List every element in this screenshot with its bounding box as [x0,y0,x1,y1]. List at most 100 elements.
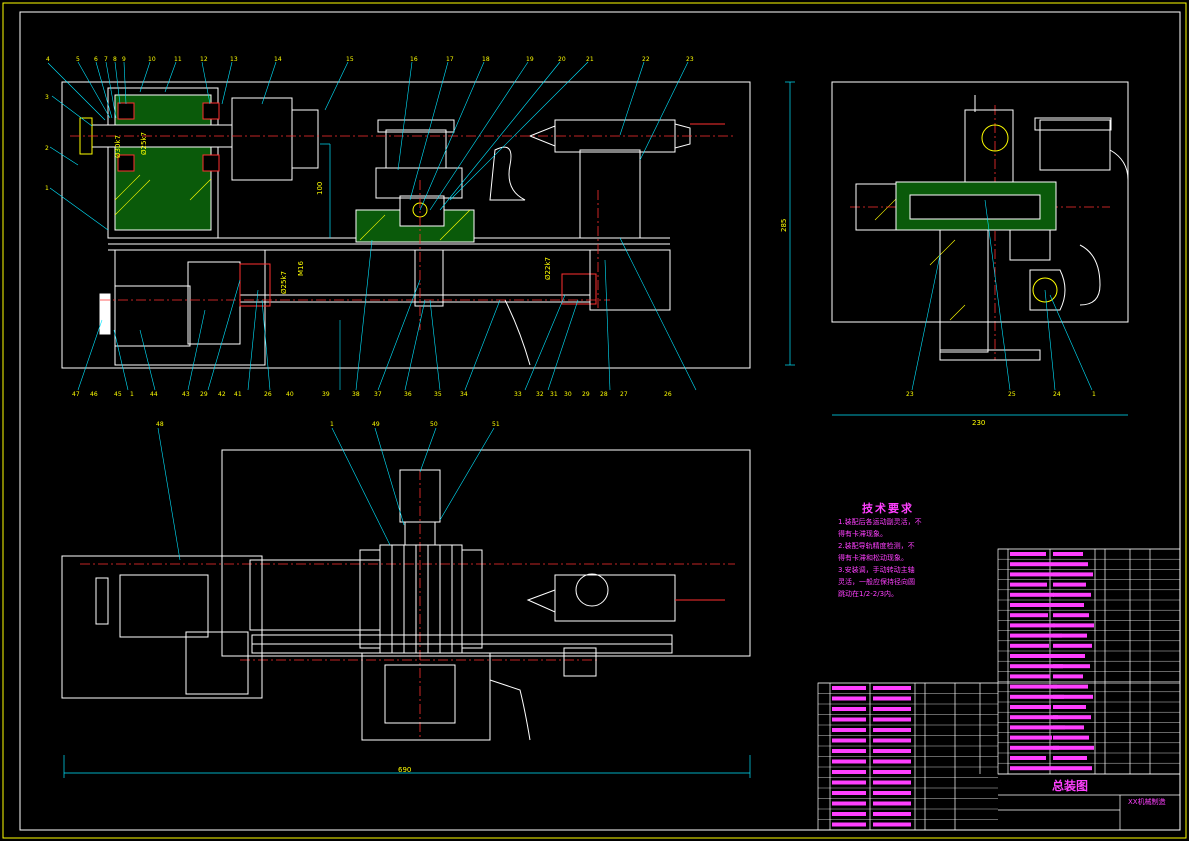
balloon-top-18: 22 [642,56,650,63]
balloon-top-17: 21 [586,56,594,63]
balloon-bottom-24: 26 [664,391,672,398]
balloon-top-6: 10 [148,56,156,63]
parts-row-text [1053,613,1089,618]
title-block-school: XX机械制造 [1128,798,1166,806]
parts-row-text [873,707,911,711]
balloon-top-9: 13 [230,56,238,63]
parts-row-text [1010,715,1058,720]
parts-row-text [1053,674,1083,679]
balloon-top-7: 11 [174,56,182,63]
balloon-plan-2: 49 [372,421,380,428]
parts-row-text [873,696,911,701]
balloon-left-1: 2 [45,145,49,152]
balloon-bottom-12: 38 [352,391,360,398]
balloon-bottom-0: 47 [72,391,80,398]
parts-row-text [1053,582,1086,587]
title-block-title: 总装图 [1052,779,1089,793]
tech-requirements-heading: 技术要求 [862,502,914,515]
balloon-bottom-5: 43 [182,391,190,398]
dim-dia-c: M16 [297,261,305,276]
parts-row-text [1053,572,1093,577]
parts-row-text [1010,654,1056,658]
parts-row-text [873,749,911,753]
parts-row-text [832,686,866,690]
tech-line: 3.安装调，手动转动主轴 [838,566,915,574]
parts-row-text [1010,756,1046,760]
balloon-bottom-13: 37 [374,391,382,398]
parts-row-text [873,791,911,795]
tech-line: 1.装配后各运动副灵活，不 [838,518,922,526]
parts-row-text [873,822,911,827]
dim-dia-e: Ø22k7 [544,257,552,280]
parts-row-text [1053,694,1093,699]
parts-row-text [873,759,911,764]
parts-row-text [832,812,866,816]
balloon-top-4: 8 [113,56,117,63]
parts-row-text [1010,705,1051,709]
parts-row-text [1053,623,1094,628]
parts-row-text [832,707,866,711]
balloon-bottom-23: 27 [620,391,628,398]
parts-row-text [1053,745,1094,750]
tech-line: 灵活，一般应保持径向圆 [838,578,915,586]
balloon-top-0: 4 [46,56,50,63]
parts-row-text [1053,643,1092,648]
assembly-drawing: 100 Ø30k7 Ø25k7 M16 Ø25k7 Ø22k7 285 230 … [2,2,1187,839]
parts-row-text [873,801,911,806]
balloon-bottom-14: 36 [404,391,412,398]
balloon-top-13: 17 [446,56,454,63]
dim-dia-a: Ø30k7 [114,135,122,158]
parts-row-text [1010,745,1059,750]
parts-row-text [832,791,866,795]
balloon-bottom-19: 31 [550,391,558,398]
dim-height-main: 100 [316,182,324,195]
parts-row-text [873,738,911,743]
parts-row-text [1010,613,1048,618]
balloon-plan-3: 50 [430,421,438,428]
balloon-top-15: 19 [526,56,534,63]
plan-view [61,449,751,741]
balloon-side-0: 23 [906,391,914,398]
parts-row-text [832,759,866,764]
parts-row-text [1053,705,1086,709]
parts-row-text [1053,603,1084,607]
parts-row-text [1053,654,1085,658]
dim-side-height: 285 [780,219,788,232]
tech-requirements-text: 1.装配后各运动副灵活，不 得有卡滞现象。 2.装配导轨精度检测，不 得有卡滞和… [838,516,988,600]
balloon-bottom-16: 34 [460,391,468,398]
balloon-bottom-1: 46 [90,391,98,398]
balloon-bottom-10: 40 [286,391,294,398]
hatching [114,174,966,321]
parts-row-text [1010,623,1055,628]
balloon-top-19: 23 [686,56,694,63]
balloon-top-3: 7 [104,56,108,63]
parts-row-text [1010,552,1046,556]
balloon-top-10: 14 [274,56,282,63]
parts-row-text [1053,592,1091,597]
parts-row-text [832,728,866,732]
parts-row-text [832,822,866,827]
balloon-bottom-18: 32 [536,391,544,398]
parts-row-text [832,717,866,722]
parts-row-text [873,717,911,722]
balloon-side-3: 1 [1092,391,1096,398]
tech-line: 跳动在1/2-2/3内。 [838,590,899,598]
tech-line: 得有卡滞现象。 [838,530,887,538]
parts-row-text [1010,643,1049,648]
parts-row-text [873,686,911,690]
parts-row-text [1010,735,1052,740]
side-view [831,81,1129,361]
balloon-left-0: 3 [45,94,49,101]
parts-row-text [832,801,866,806]
parts-row-text [873,780,911,785]
balloon-top-8: 12 [200,56,208,63]
balloon-bottom-15: 35 [434,391,442,398]
balloon-bottom-7: 42 [218,391,226,398]
parts-row-text [1010,582,1047,587]
balloon-bottom-4: 44 [150,391,158,398]
balloon-bottom-21: 29 [582,391,590,398]
balloon-bottom-17: 33 [514,391,522,398]
tech-line: 得有卡滞和松动现象。 [838,554,908,562]
front-view [61,81,751,369]
dim-side-width: 230 [972,419,985,427]
